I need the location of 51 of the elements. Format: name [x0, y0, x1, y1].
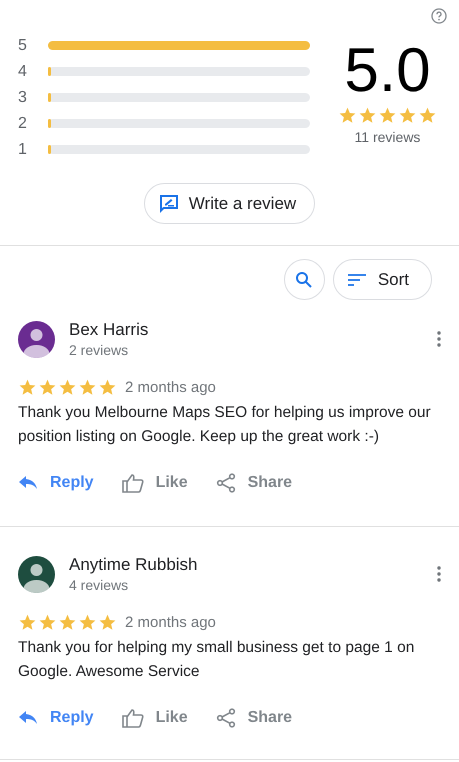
search-icon	[295, 270, 314, 288]
share-icon	[216, 708, 236, 728]
star-icon	[58, 613, 77, 632]
reviewer-review-count: 4 reviews	[69, 577, 130, 593]
star-icon	[78, 613, 97, 632]
star-icon	[358, 106, 377, 125]
review-text: Thank you for helping my small business get to page 1 on Google. Awesome Service	[18, 638, 416, 682]
reply-button[interactable]: Reply	[18, 473, 94, 493]
review-time: 2 months ago	[125, 379, 216, 396]
star-icon	[38, 378, 57, 397]
rating-label: 1	[18, 140, 28, 158]
reply-icon	[18, 475, 38, 491]
share-button[interactable]: Share	[216, 708, 292, 728]
rating-label: 2	[18, 114, 28, 132]
more-options-icon[interactable]	[437, 566, 441, 582]
share-icon	[216, 473, 236, 493]
like-button[interactable]: Like	[122, 473, 188, 493]
star-icon	[98, 613, 117, 632]
help-icon[interactable]	[431, 8, 447, 24]
star-icon	[98, 378, 117, 397]
average-rating: 5.0	[344, 36, 431, 106]
write-review-button[interactable]: Write a review	[144, 183, 316, 224]
reviewer-name[interactable]: Anytime Rubbish	[69, 555, 437, 575]
rating-label: 4	[18, 62, 28, 80]
thumbs-up-icon	[122, 708, 144, 728]
star-icon	[418, 106, 437, 125]
review-count: 11 reviews	[354, 129, 420, 145]
share-button[interactable]: Share	[216, 473, 292, 493]
search-button[interactable]	[284, 259, 325, 300]
star-icon	[58, 378, 77, 397]
sort-icon	[348, 274, 366, 286]
review-time: 2 months ago	[125, 614, 216, 631]
reply-icon	[18, 710, 38, 726]
rating-label: 3	[18, 88, 28, 106]
star-icon	[378, 106, 397, 125]
rating-label: 5	[18, 36, 28, 54]
star-icon	[38, 613, 57, 632]
review-text: Thank you Melbourne Maps SEO for helping us improve our position listing on Google. Keep up the great work :-)	[18, 403, 432, 447]
thumbs-up-icon	[122, 473, 144, 493]
sort-button[interactable]: Sort	[332, 259, 432, 300]
star-icon	[78, 378, 97, 397]
edit-review-icon	[158, 194, 179, 214]
reviewer-name[interactable]: Bex Harris	[69, 320, 437, 340]
star-icon	[18, 378, 37, 397]
star-icon	[18, 613, 37, 632]
like-button[interactable]: Like	[122, 708, 188, 728]
star-icon	[398, 106, 417, 125]
reviewer-review-count: 2 reviews	[69, 342, 130, 358]
star-icon	[338, 106, 357, 125]
more-options-icon[interactable]	[437, 331, 441, 347]
reply-button[interactable]: Reply	[18, 708, 94, 728]
